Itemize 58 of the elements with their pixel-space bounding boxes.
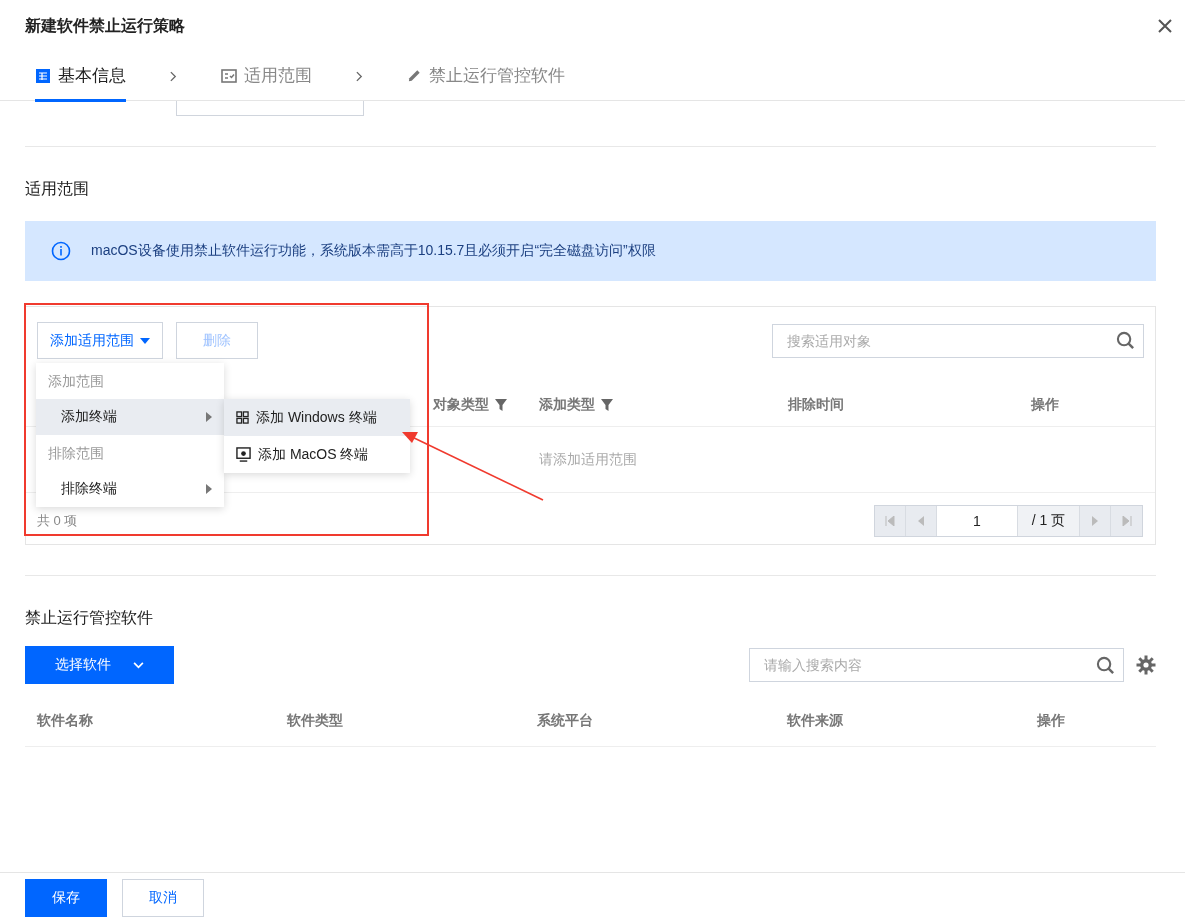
empty-text: 请添加适用范围	[539, 450, 638, 469]
chevron-icon	[356, 70, 363, 82]
column-header: 软件类型	[287, 712, 344, 730]
caret-icon	[140, 337, 150, 344]
total-count: 共 0 项	[37, 512, 78, 530]
column-header: 添加类型	[539, 396, 595, 414]
filter-icon[interactable]	[495, 399, 507, 411]
menu-item[interactable]: 添加 MacOS 终端	[224, 436, 410, 473]
checklist-icon	[221, 67, 237, 84]
next-page-button[interactable]	[1080, 506, 1111, 536]
menu-item[interactable]: 排除终端	[36, 471, 224, 507]
notice-text: macOS设备使用禁止软件运行功能，系统版本需高于10.15.7且必须开启“完全磁盘访问”权限	[91, 242, 656, 260]
next-page-icon	[1090, 516, 1100, 526]
first-page-icon	[885, 516, 895, 526]
search-field[interactable]: 请输入搜索内容	[749, 648, 1124, 682]
column-header: 软件名称	[37, 712, 94, 730]
search-icon	[1096, 655, 1115, 675]
first-page-button[interactable]	[875, 506, 906, 536]
menu-item[interactable]: 添加 Windows 终端	[224, 399, 410, 436]
select-software-button[interactable]: 选择软件	[25, 646, 174, 684]
menu-item[interactable]: 添加终端	[36, 399, 224, 435]
footer-button[interactable]: 保存	[25, 879, 107, 917]
pencil-icon	[407, 68, 422, 83]
filter-icon[interactable]	[601, 399, 613, 411]
monitor-icon	[236, 447, 251, 462]
search-icon	[1116, 331, 1135, 350]
step-tab[interactable]: 基本信息	[35, 52, 126, 102]
menu-group-label: 添加范围	[47, 372, 105, 391]
input-field[interactable]	[176, 101, 364, 116]
column-header: 排除时间	[788, 396, 844, 414]
column-header: 操作	[1037, 712, 1066, 730]
page-total: / 1 页	[1018, 506, 1080, 536]
section-title: 适用范围	[25, 179, 90, 199]
column-header: 对象类型	[433, 396, 489, 414]
settings-icon[interactable]	[1136, 655, 1156, 675]
menu-group-label: 排除范围	[47, 444, 105, 463]
column-header: 软件来源	[787, 712, 844, 730]
submenu-arrow-icon	[206, 484, 212, 494]
step-tab[interactable]: 禁止运行管控软件	[407, 52, 565, 102]
submenu-arrow-icon	[206, 412, 212, 422]
last-page-button[interactable]	[1111, 506, 1142, 536]
chevron-icon	[170, 70, 177, 82]
info-icon	[51, 241, 71, 261]
footer-button[interactable]: 取消	[122, 879, 204, 917]
chevron-down-icon	[133, 661, 144, 669]
prev-page-icon	[916, 516, 926, 526]
table-icon	[35, 67, 51, 84]
last-page-icon	[1121, 516, 1132, 526]
windows-icon	[236, 411, 249, 424]
close-icon[interactable]	[1157, 18, 1173, 34]
dialog-title: 新建软件禁止运行策略	[25, 15, 185, 36]
column-header: 系统平台	[537, 712, 594, 730]
add-scope-button[interactable]: 添加适用范围	[37, 322, 163, 359]
column-header: 操作	[1031, 396, 1059, 414]
section-title: 禁止运行管控软件	[25, 608, 154, 628]
search-field[interactable]: 搜索适用对象	[772, 323, 1144, 358]
prev-page-button[interactable]	[906, 506, 937, 536]
step-tab[interactable]: 适用范围	[221, 52, 312, 102]
